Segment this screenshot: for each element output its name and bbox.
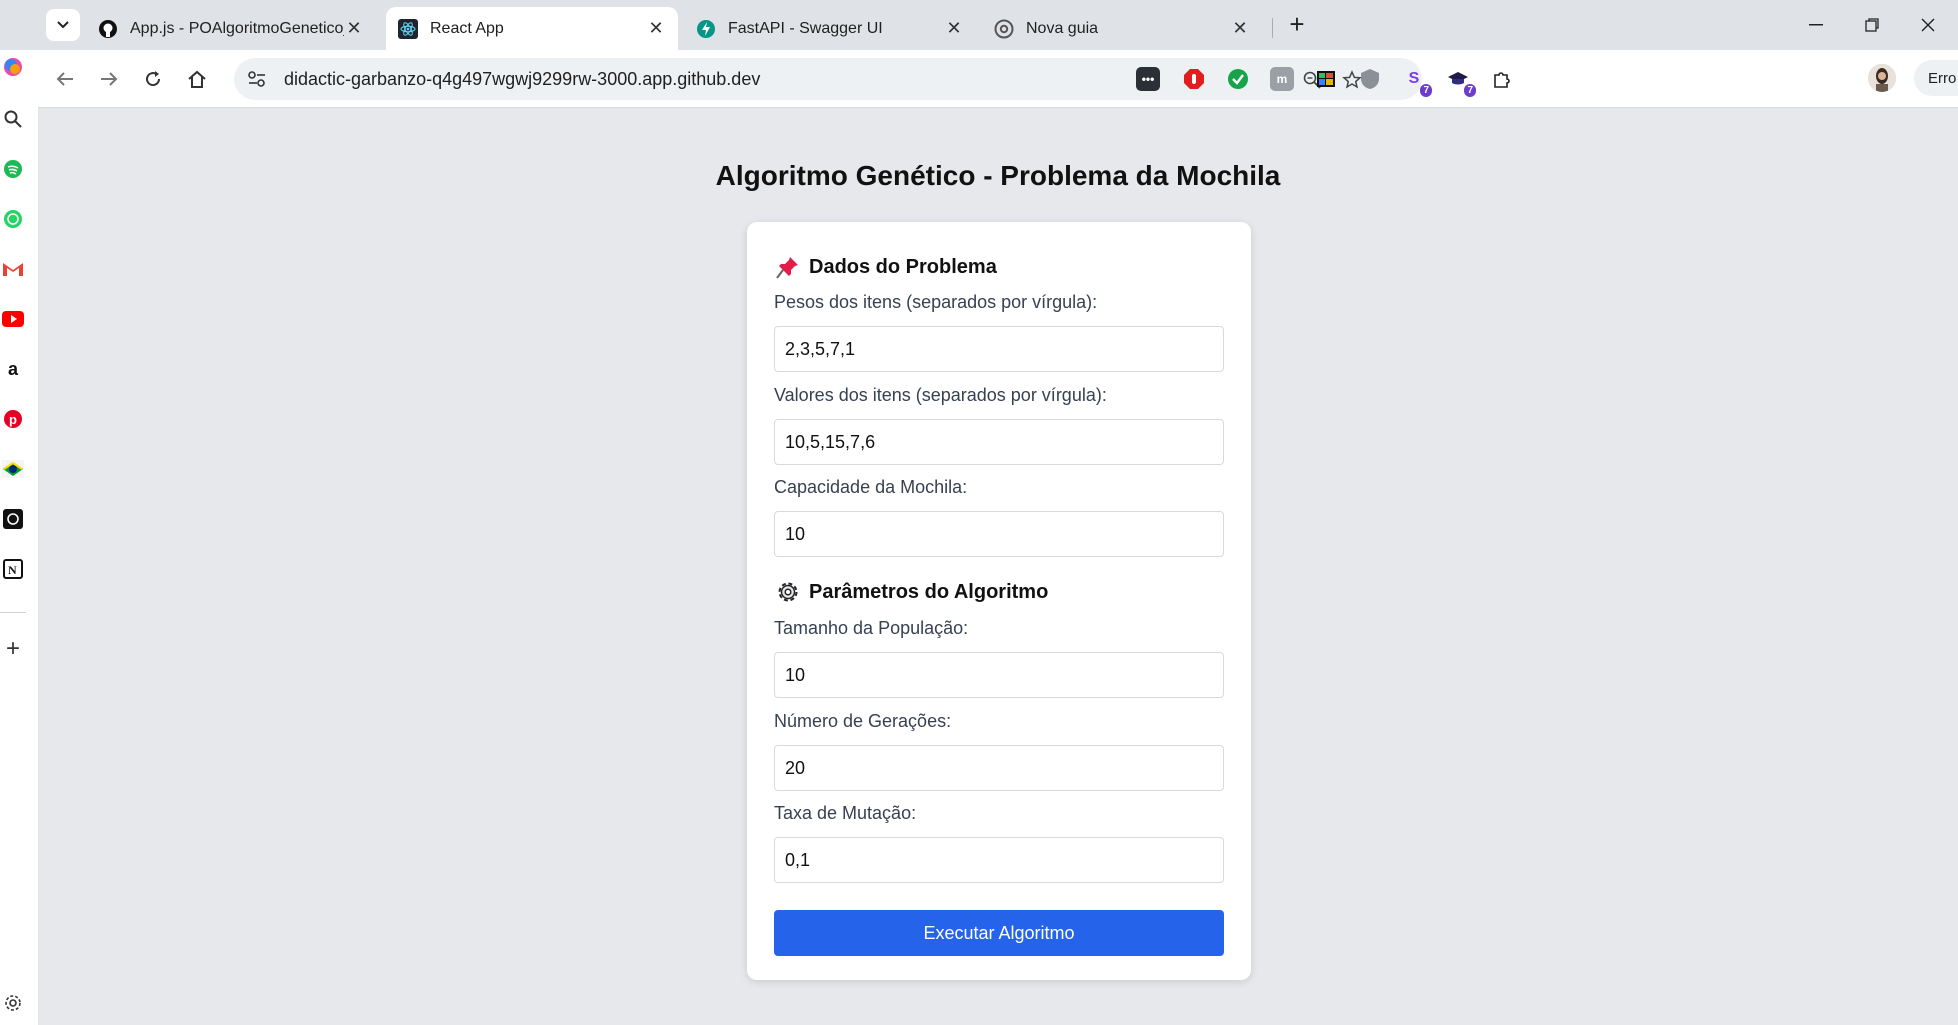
problem-section-heading: Dados do Problema [775,254,997,280]
capacity-input[interactable] [774,511,1224,557]
reload-button[interactable] [136,62,170,96]
close-tab-icon[interactable]: ✕ [344,18,364,39]
population-label: Tamanho da População: [774,618,969,638]
generations-input[interactable] [774,745,1224,791]
amazon-icon[interactable]: a [0,356,26,382]
algorithm-section-heading: Parâmetros do Algoritmo [775,579,1048,605]
svg-text:N: N [8,563,17,577]
gmail-icon[interactable] [0,256,26,282]
mutation-input[interactable] [774,837,1224,883]
close-tab-icon[interactable]: ✕ [944,18,964,39]
tab-separator [1272,18,1273,38]
chrome-icon [994,19,1014,39]
site-info-icon[interactable] [246,68,268,90]
settings-icon[interactable] [0,990,26,1016]
tab-new-tab[interactable]: Nova guia ✕ [982,7,1262,50]
openai-icon[interactable] [0,506,26,532]
tab-github[interactable]: App.js - POAlgoritmoGenetico_ ✕ [86,7,376,50]
spotify-icon[interactable] [0,156,26,182]
values-input[interactable] [774,419,1224,465]
tab-react-app[interactable]: React App ✕ [386,7,678,50]
mutation-label: Taxa de Mutação: [774,803,917,823]
url-text: didactic-garbanzo-q4g497wgwj9299rw-3000.… [284,69,761,89]
tab-title: Nova guia [1026,19,1099,37]
github-icon [98,19,118,39]
arrow-right-icon [101,72,118,86]
population-input[interactable] [774,652,1224,698]
reload-icon [146,71,161,87]
tab-search-button[interactable] [46,9,80,41]
values-label: Valores dos itens (separados por vírgula… [774,385,1107,405]
pinterest-icon[interactable]: p [0,406,26,432]
check-extension-icon[interactable] [1226,67,1250,91]
weights-label: Pesos dos itens (separados por vírgula): [774,292,1098,312]
adblock-icon[interactable] [1182,67,1206,91]
notion-icon[interactable]: N [0,556,26,582]
form-card: Dados do Problema Pesos dos itens (separ… [747,222,1251,980]
gear-icon [775,579,801,605]
extension-dots-icon[interactable]: ••• [1136,67,1160,91]
section-title: Parâmetros do Algoritmo [809,580,1049,603]
brazil-icon[interactable] [0,456,26,482]
section-title: Dados do Problema [809,255,997,278]
capacity-label: Capacidade da Mochila: [774,477,968,497]
tab-title: React App [430,19,504,37]
arrow-left-icon [56,72,73,86]
forward-button[interactable] [92,62,126,96]
extension-badge: 7 [1464,84,1476,97]
close-tab-icon[interactable]: ✕ [646,18,666,39]
new-tab-button[interactable]: + [1282,10,1312,40]
close-window-icon[interactable] [1900,8,1956,42]
run-algorithm-button[interactable]: Executar Algoritmo [774,910,1224,956]
svg-text:p: p [9,412,17,427]
generations-label: Número de Gerações: [774,711,952,731]
edge-sidebar: × a p N + [0,0,39,1025]
home-icon [188,70,206,88]
restore-icon[interactable] [1844,8,1900,42]
tab-title: FastAPI - Swagger UI [728,19,883,37]
tab-bar: App.js - POAlgoritmoGenetico_ ✕ React Ap… [0,0,1958,50]
minimize-icon[interactable] [1788,8,1844,42]
back-button[interactable] [48,62,82,96]
weights-input[interactable] [774,326,1224,372]
copilot-icon[interactable] [0,54,26,80]
pushpin-icon [775,254,801,280]
search-icon[interactable] [0,106,26,132]
fastapi-icon [696,19,716,39]
puzzle-icon[interactable] [1490,67,1514,91]
whatsapp-icon[interactable] [0,206,26,232]
home-button[interactable] [180,62,214,96]
page-title: Algoritmo Genético - Problema da Mochila [715,160,1281,191]
profile-label: Erro [1928,69,1957,87]
mendeley-icon[interactable]: m [1270,67,1294,91]
tab-fastapi[interactable]: FastAPI - Swagger UI ✕ [684,7,976,50]
profile-avatar[interactable] [1868,64,1896,92]
sidebar-divider [0,612,26,613]
shield-icon[interactable] [1358,67,1382,91]
react-icon [398,18,418,39]
tab-title: App.js - POAlgoritmoGenetico_ [130,19,344,37]
palette-extension-icon[interactable] [1314,67,1338,91]
profile-error-button[interactable]: Erro ⋮ [1914,60,1958,96]
browser-toolbar: didactic-garbanzo-q4g497wgwj9299rw-3000.… [38,50,1958,108]
close-tab-icon[interactable]: ✕ [1230,18,1250,39]
add-icon[interactable]: + [0,635,26,662]
s-extension-icon[interactable]: S7 [1402,67,1432,97]
extension-badge: 7 [1420,84,1432,97]
youtube-icon[interactable] [0,306,26,332]
graduation-cap-icon[interactable]: 7 [1446,67,1476,97]
chevron-down-icon [57,21,69,29]
